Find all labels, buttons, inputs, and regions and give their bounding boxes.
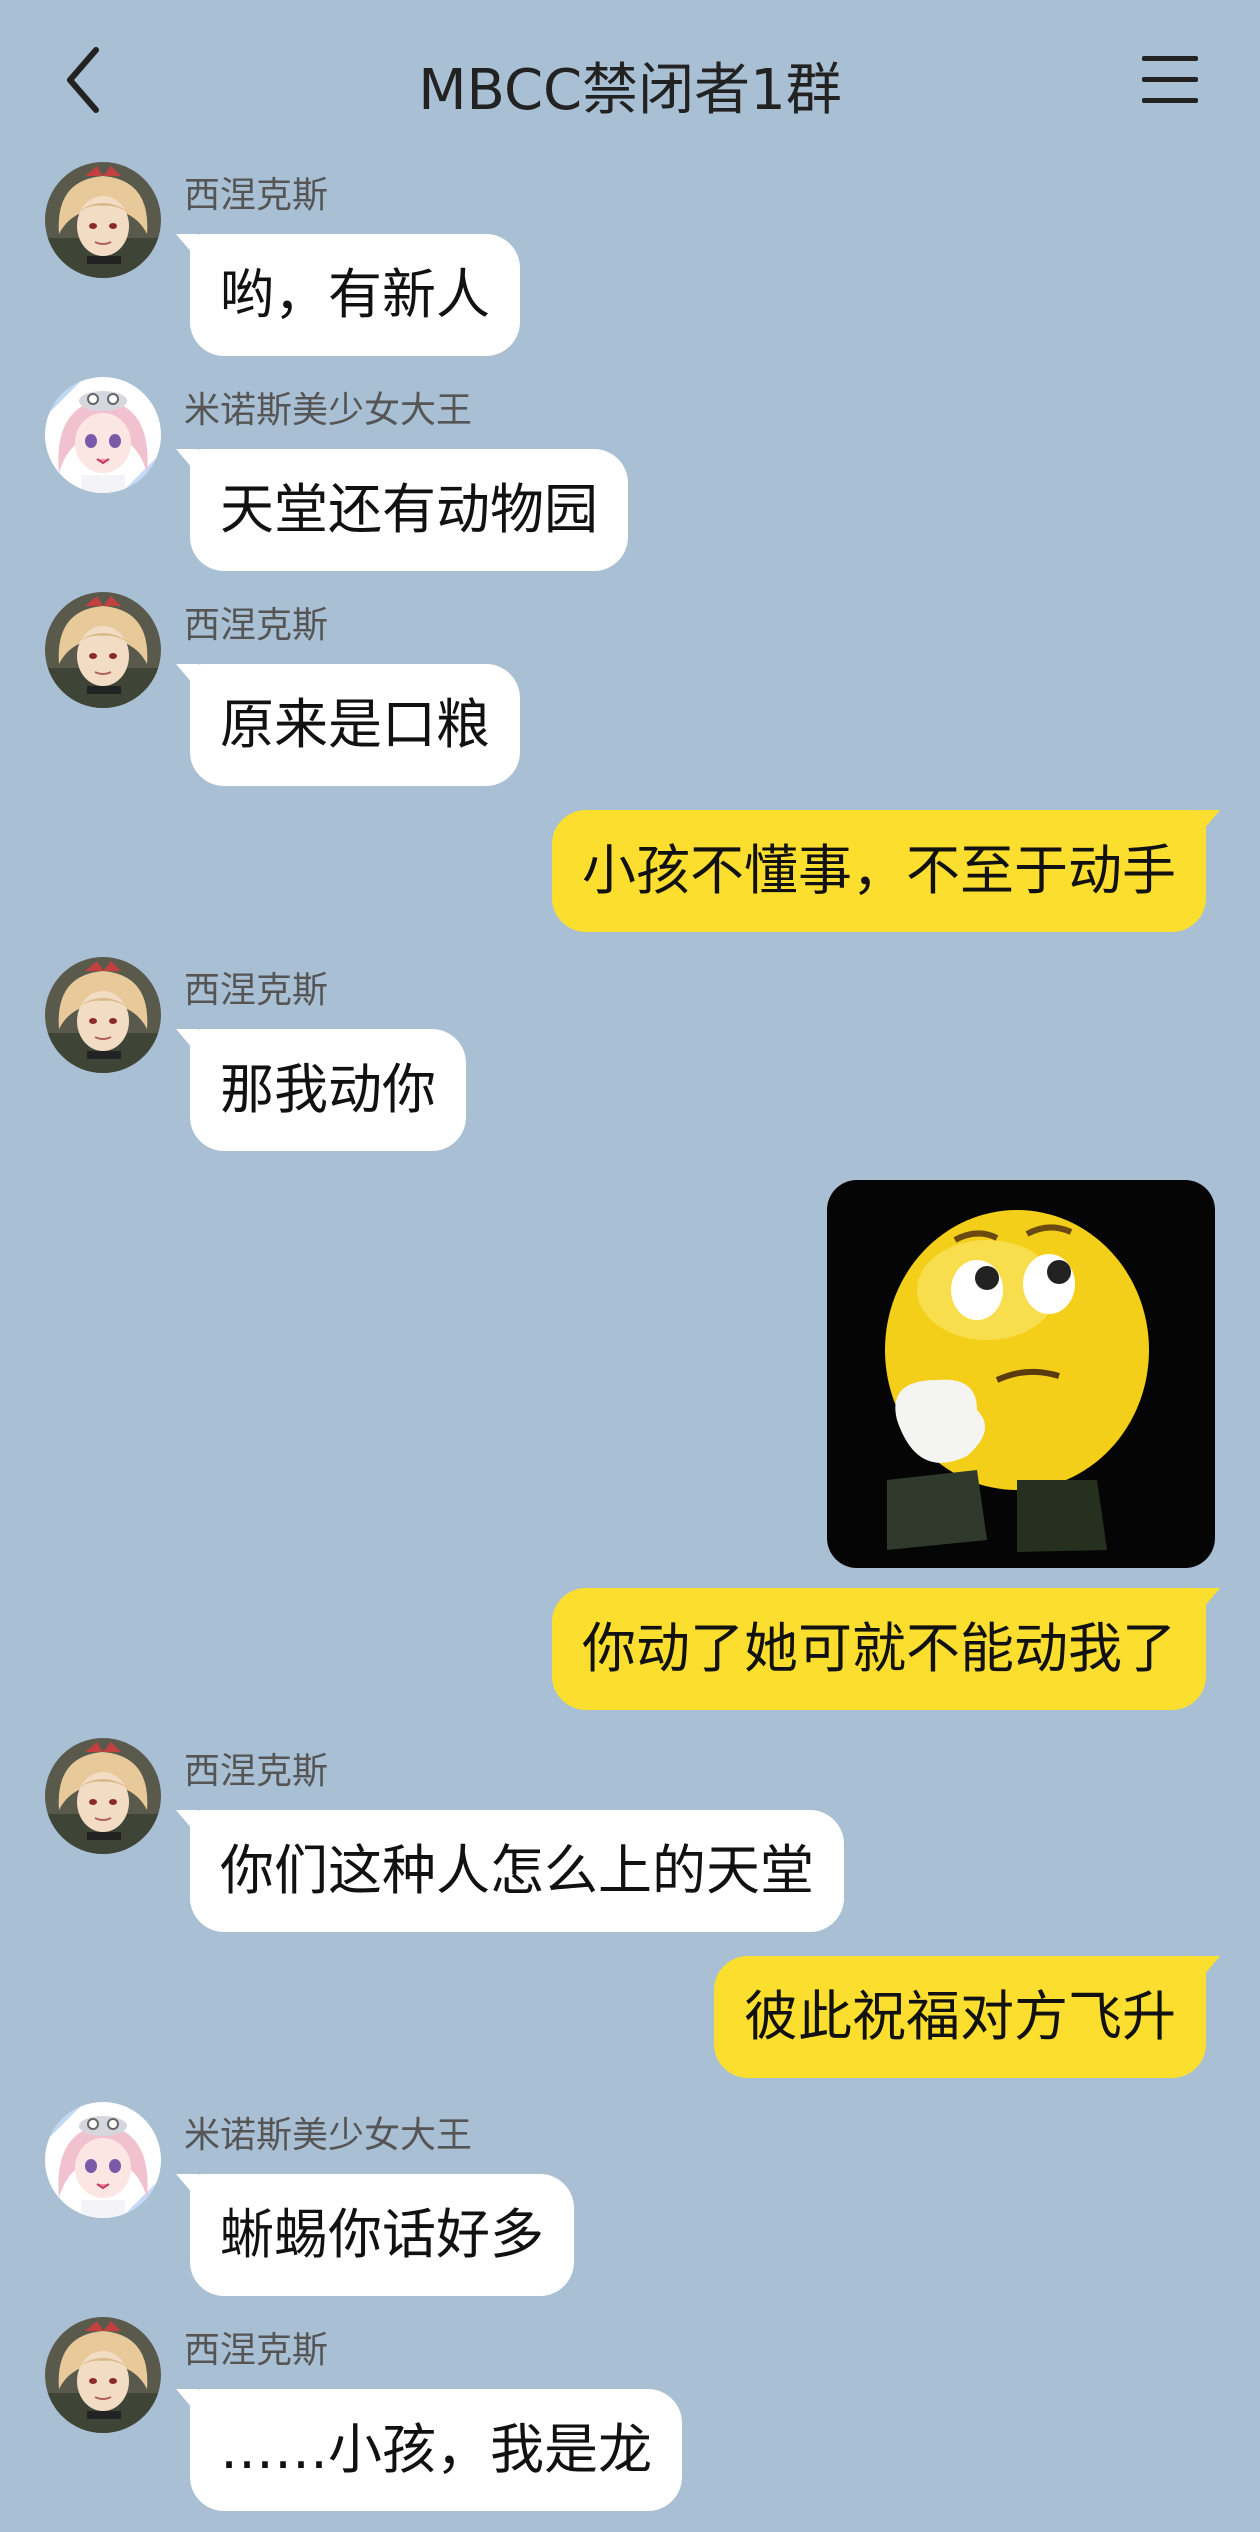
message-bubble-incoming[interactable]: 你们这种人怎么上的天堂 (176, 1810, 844, 1932)
sender-name: 西涅克斯 (184, 175, 329, 216)
message-bubble-incoming[interactable]: 原来是口粮 (176, 664, 520, 786)
sender-name: 西涅克斯 (184, 2330, 329, 2371)
message-bubble-outgoing[interactable]: 彼此祝福对方飞升 (714, 1956, 1220, 2078)
avatar[interactable] (45, 377, 161, 493)
sender-name: 西涅克斯 (184, 605, 329, 646)
menu-button[interactable] (1138, 52, 1202, 108)
thinking-emoji-sticker[interactable] (827, 1180, 1215, 1568)
message-bubble-incoming[interactable]: 那我动你 (176, 1029, 466, 1151)
avatar[interactable] (45, 2102, 161, 2218)
thinking-emoji-icon (885, 1210, 1149, 1552)
message-bubble-outgoing[interactable]: 你动了她可就不能动我了 (552, 1588, 1220, 1710)
avatar[interactable] (45, 592, 161, 708)
sender-name: 西涅克斯 (184, 970, 329, 1011)
message-bubble-incoming[interactable]: ……小孩，我是龙 (176, 2389, 682, 2511)
avatar[interactable] (45, 957, 161, 1073)
message-bubble-incoming[interactable]: 蜥蜴你话好多 (176, 2174, 574, 2296)
avatar[interactable] (45, 2317, 161, 2433)
chat-title: MBCC禁闭者1群 (418, 58, 842, 123)
sender-name: 西涅克斯 (184, 1751, 329, 1792)
message-bubble-outgoing[interactable]: 小孩不懂事，不至于动手 (552, 810, 1220, 932)
avatar[interactable] (45, 1738, 161, 1854)
sender-name: 米诺斯美少女大王 (184, 2115, 473, 2156)
hamburger-menu-icon (1142, 56, 1198, 103)
avatar[interactable] (45, 162, 161, 278)
message-bubble-incoming[interactable]: 哟，有新人 (176, 234, 520, 356)
message-bubble-incoming[interactable]: 天堂还有动物园 (176, 449, 628, 571)
chat-header: MBCC禁闭者1群 (0, 0, 1260, 150)
sender-name: 米诺斯美少女大王 (184, 390, 473, 431)
